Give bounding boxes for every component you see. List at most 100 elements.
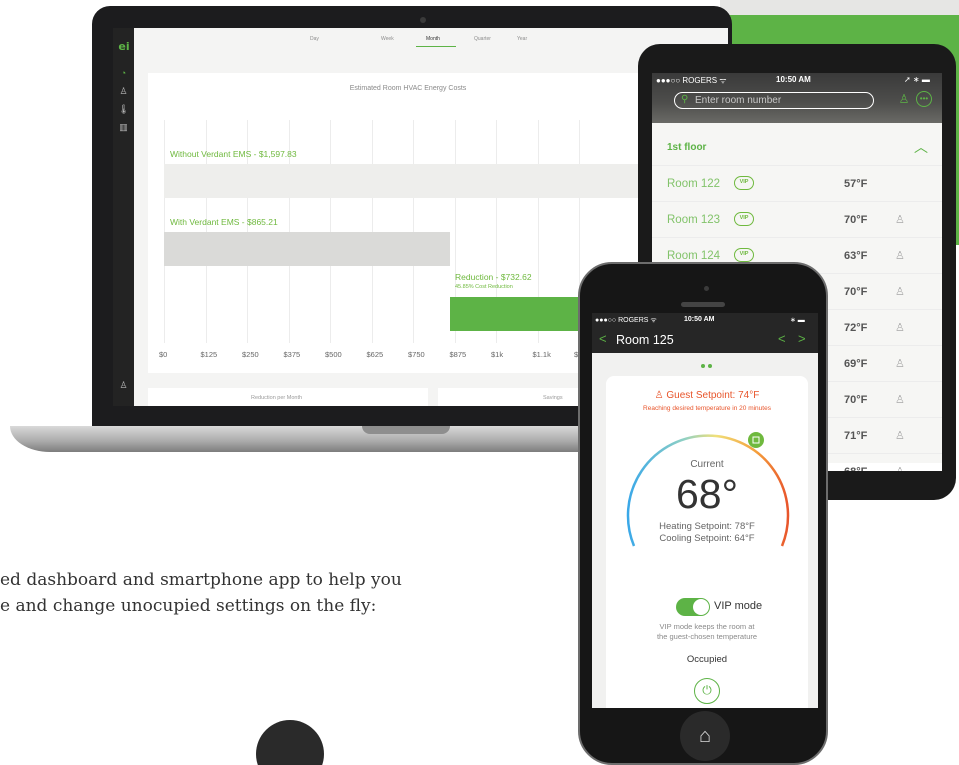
floor-title: 1st floor [667,142,707,153]
vip-badge: VIP [734,212,754,226]
tab-month[interactable]: Month [426,36,440,42]
app-logo: ei [118,40,130,53]
status-time: 10:50 AM [776,75,811,84]
user-icon[interactable]: ♙ [118,380,129,391]
room-row[interactable]: Room 122 VIP 57°F [652,165,942,201]
x-tick-label: $375 [283,350,301,359]
thermostat-card: ♙ Guest Setpoint: 74°F Reaching desired … [606,376,808,708]
room-name: Room 122 [667,178,721,190]
toggle-knob [693,599,709,615]
previous-room-icon[interactable]: < [778,331,786,346]
room-title: Room 125 [616,333,674,347]
user-icon[interactable]: ♙ [896,91,912,107]
back-chevron-icon[interactable]: < [599,331,607,346]
phone-screen: ●●●○○ ROGERS ᯤ 10:50 AM ∗ ▬ < Room 125 <… [592,313,818,708]
person-icon: ♙ [654,390,667,401]
battery-icon: ➚ ∗ ▬ [904,75,930,84]
x-tick-label: $750 [408,350,425,359]
x-tick-label: $250 [242,350,259,359]
x-tick-label: $125 [200,350,218,359]
phone-speaker [681,302,725,307]
vip-mode-toggle[interactable] [676,598,710,616]
vip-mode-description: VIP mode keeps the room at [659,622,755,631]
reaching-text: Reaching desired temperature in 20 minut… [643,405,771,412]
more-icon[interactable]: ••• [916,91,932,107]
occupant-icon: ♙ [895,286,905,298]
room-name: Room 124 [667,250,721,262]
x-tick-label: $875 [449,350,467,359]
room-temperature: 70°F [844,286,868,298]
tab-day[interactable]: Day [310,36,319,42]
occupant-icon: ♙ [895,250,905,262]
x-tick-label: $1.1k [532,350,551,359]
page-dot-active[interactable] [701,364,705,368]
room-search[interactable]: ⚲ [674,92,874,109]
room-temperature: 70°F [844,394,868,406]
next-room-icon[interactable]: > [798,331,806,346]
page-dot[interactable] [708,364,712,368]
reduction-per-month-card[interactable]: Reduction per Month [148,388,428,406]
battery-icon: ∗ ▬ [790,317,805,324]
bar-reduction-note: 45.85% Cost Reduction [455,284,513,290]
x-tick-label: $1k [491,350,504,359]
period-tabs: Day Week Month Quarter Year [134,28,728,50]
room-temperature: 63°F [844,250,868,262]
tab-week[interactable]: Week [381,36,394,42]
occupant-icon: ♙ [895,214,905,226]
phone-camera [704,286,709,291]
current-temperature: 68° [675,471,738,517]
guest-setpoint: ♙ Guest Setpoint: 74°F [606,390,808,401]
decorative-circle [256,720,324,765]
laptop-camera [420,17,426,23]
x-tick-label: $500 [325,350,342,359]
x-tick-label: $0 [159,350,168,359]
card-title: Reduction per Month [251,395,303,401]
heating-setpoint: Heating Setpoint: 78°F [659,521,755,532]
vip-mode-label: VIP mode [714,600,763,612]
room-row[interactable]: Room 123 VIP 70°F ♙ [652,201,942,237]
card-title: Savings [543,395,563,401]
home-button-icon[interactable]: ⌂ [680,711,730,761]
bar-label-without: Without Verdant EMS - $1,597.83 [170,149,297,159]
occupant-icon: ♙ [895,465,905,471]
tablet-header: ●●●○○ ROGERS ᯤ 10:50 AM ➚ ∗ ▬ ⚲ ♙ ••• [652,73,942,123]
building-icon[interactable]: ▥ [118,122,129,133]
search-icon: ⚲ [681,94,689,105]
carrier-status: ●●●○○ ROGERS ᯤ [595,317,657,324]
occupant-icon: ♙ [895,430,905,442]
phone-header: ●●●○○ ROGERS ᯤ 10:50 AM ∗ ▬ < Room 125 <… [592,313,818,353]
carrier-status: ●●●○○ ROGERS ᯤ [656,76,727,85]
background-gray-block [720,0,959,15]
power-icon[interactable]: ⏻ [694,678,720,704]
bar-label-reduction: Reduction - $732.62 [455,272,532,282]
people-icon[interactable]: ♙ [118,86,129,97]
thermometer-icon[interactable]: 🌡 [118,104,129,115]
cooling-setpoint: Cooling Setpoint: 64°F [659,533,755,544]
vip-badge: VIP [734,248,754,262]
chevron-up-icon[interactable]: ︿ [914,137,928,157]
room-search-input[interactable] [695,94,865,106]
active-tab-underline [416,46,456,47]
chart-icon[interactable]: ◔ [118,68,129,79]
vip-badge: VIP [734,176,754,190]
occupant-icon: ♙ [895,394,905,406]
room-temperature: 70°F [844,214,868,226]
room-temperature: 68°F [844,466,867,471]
laptop-base [10,426,622,452]
laptop-notch [362,426,450,434]
status-time: 10:50 AM [684,316,715,323]
vip-mode-description-2: the guest-chosen temperature [656,632,758,641]
bar-with-ems [164,232,450,266]
room-name: Room 123 [667,214,721,226]
room-temperature: 71°F [844,430,868,442]
guest-setpoint-text: Guest Setpoint: 74°F [666,390,760,401]
room-temperature: 57°F [844,178,868,190]
occupant-icon: ♙ [895,322,905,334]
bar-label-with: With Verdant EMS - $865.21 [170,217,278,227]
current-label: Current [690,459,724,470]
dashboard-sidebar: ei ◔ ♙ 🌡 ▥ ♙ [113,28,134,406]
room-temperature: 72°F [844,322,868,334]
tab-year[interactable]: Year [517,36,527,42]
tab-quarter[interactable]: Quarter [474,36,491,42]
setpoint-handle [748,432,764,448]
